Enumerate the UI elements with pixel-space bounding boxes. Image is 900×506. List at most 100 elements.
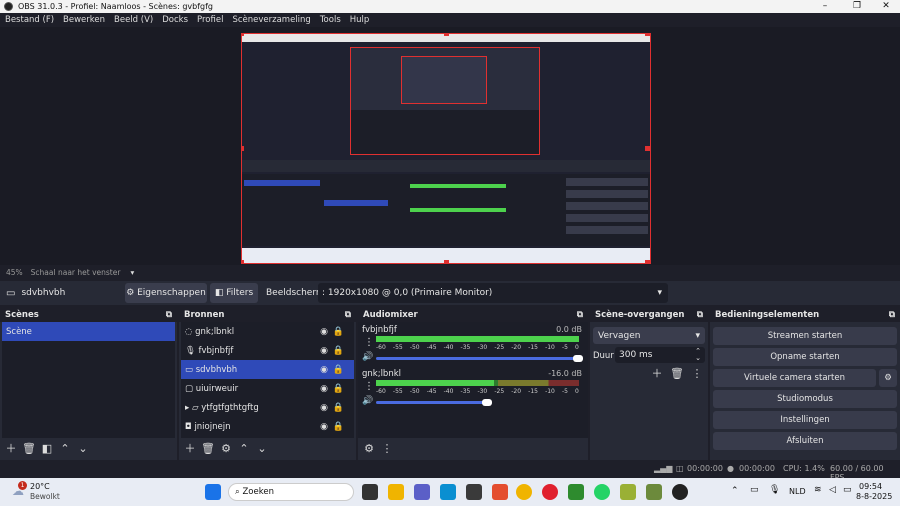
start-virtualcam-button[interactable]: Virtuele camera starten xyxy=(713,369,876,387)
close-button[interactable]: ✕ xyxy=(871,0,900,13)
wifi-icon[interactable]: ≋ xyxy=(814,485,822,495)
resize-handle[interactable] xyxy=(444,260,449,263)
chevron-down-icon[interactable]: ▾ xyxy=(130,268,134,277)
whatsapp-icon[interactable] xyxy=(594,484,610,500)
exit-button[interactable]: Afsluiten xyxy=(713,432,897,450)
speaker-icon[interactable]: 🔊 xyxy=(362,352,373,362)
minecraft-icon[interactable] xyxy=(568,484,584,500)
menu-scene-collection[interactable]: Scèneverzameling xyxy=(232,15,310,25)
chevron-up-icon[interactable]: ⌃ xyxy=(237,442,251,456)
gear-icon[interactable]: ⚙ xyxy=(362,442,376,456)
resize-handle[interactable] xyxy=(444,34,449,36)
lock-icon[interactable]: 🔒 xyxy=(333,403,344,413)
app-lines-icon[interactable] xyxy=(620,484,636,500)
volume-slider-knob[interactable] xyxy=(573,355,583,362)
menu-view[interactable]: Beeld (V) xyxy=(114,15,153,25)
eye-icon[interactable]: ◉ xyxy=(320,384,328,394)
display-select[interactable]: : 1920x1080 @ 0,0 (Primaire Monitor) ▾ xyxy=(318,283,668,303)
network-drive-icon[interactable]: ▭ xyxy=(750,485,759,495)
preview-canvas[interactable] xyxy=(241,33,651,264)
resize-handle[interactable] xyxy=(242,146,244,151)
battery-icon[interactable]: ▭ xyxy=(843,485,852,495)
lock-icon[interactable]: 🔒 xyxy=(333,365,344,375)
scale-mode[interactable]: Schaal naar het venster xyxy=(31,268,121,277)
properties-button[interactable]: ⚙ Eigenschappen xyxy=(125,283,207,303)
list-item[interactable]: ▭ sdvbhvbh ◉ 🔒 xyxy=(181,360,354,379)
resize-handle[interactable] xyxy=(645,146,650,151)
maximize-button[interactable]: ❐ xyxy=(842,0,872,13)
undock-icon[interactable]: ⧉ xyxy=(697,310,703,320)
store-icon[interactable] xyxy=(466,484,482,500)
settings-button[interactable]: Instellingen xyxy=(713,411,897,429)
trash-icon[interactable]: 🗑 xyxy=(22,442,36,456)
menu-edit[interactable]: Bewerken xyxy=(63,15,105,25)
start-streaming-button[interactable]: Streamen starten xyxy=(713,327,897,345)
volume-slider-knob[interactable] xyxy=(481,399,492,406)
task-view-icon[interactable] xyxy=(362,484,378,500)
undock-icon[interactable]: ⧉ xyxy=(889,310,895,320)
eye-icon[interactable]: ◉ xyxy=(320,403,328,413)
obs-taskbar-icon[interactable] xyxy=(672,484,688,500)
undock-icon[interactable]: ⧉ xyxy=(345,310,351,320)
lock-icon[interactable]: 🔒 xyxy=(333,422,344,432)
menu-dots-icon[interactable]: ⋮ xyxy=(690,367,704,381)
volume-slider[interactable] xyxy=(376,401,488,404)
eye-icon[interactable]: ◉ xyxy=(320,422,328,432)
expand-arrow-icon[interactable]: ▸ xyxy=(185,403,192,413)
list-item[interactable]: 🎙 fvbjnbfjf ◉ 🔒 xyxy=(181,341,354,360)
chevron-down-icon[interactable]: ⌄ xyxy=(255,442,269,456)
game-icon[interactable] xyxy=(646,484,662,500)
studio-mode-button[interactable]: Studiomodus xyxy=(713,390,897,408)
trash-icon[interactable]: 🗑 xyxy=(201,442,215,456)
minimize-button[interactable]: – xyxy=(810,0,840,13)
list-item[interactable]: ▸ ▱ ytfgtfgthtgftg ◉ 🔒 xyxy=(181,398,354,417)
speaker-icon[interactable]: 🔊 xyxy=(362,396,373,406)
resize-handle[interactable] xyxy=(242,34,244,36)
list-item[interactable]: ◘ jniojnejn ◉ 🔒 xyxy=(181,417,354,436)
list-item[interactable]: Scène xyxy=(2,322,175,341)
virtualcam-settings-button[interactable]: ⚙ xyxy=(879,369,897,387)
menu-dots-icon[interactable]: ⋮ xyxy=(364,381,374,392)
volume-slider[interactable] xyxy=(376,357,579,360)
undock-icon[interactable]: ⧉ xyxy=(166,310,172,320)
add-icon[interactable]: ＋ xyxy=(650,367,664,381)
menu-docks[interactable]: Docks xyxy=(162,15,188,25)
lock-icon[interactable]: 🔒 xyxy=(333,384,344,394)
language-indicator[interactable]: NLD xyxy=(789,487,806,496)
chrome-icon[interactable] xyxy=(516,484,532,500)
microphone-icon[interactable]: 🎙 xyxy=(769,485,780,495)
menu-tools[interactable]: Tools xyxy=(320,15,341,25)
teams-icon[interactable] xyxy=(414,484,430,500)
filters-button[interactable]: ◧ Filters xyxy=(210,283,258,303)
list-item[interactable]: ▢ uiuirweuir ◉ 🔒 xyxy=(181,379,354,398)
menu-dots-icon[interactable]: ⋮ xyxy=(364,337,374,348)
resize-handle[interactable] xyxy=(645,34,650,36)
chevron-up-icon[interactable]: ⌃ xyxy=(58,442,72,456)
clock-date[interactable]: 8-8-2025 xyxy=(856,492,892,501)
filter-icon[interactable]: ◧ xyxy=(40,442,54,456)
eye-icon[interactable]: ◉ xyxy=(320,346,328,356)
taskbar-search[interactable]: ⌕ Zoeken xyxy=(228,483,354,501)
undock-icon[interactable]: ⧉ xyxy=(577,310,583,320)
start-recording-button[interactable]: Opname starten xyxy=(713,348,897,366)
menu-help[interactable]: Hulp xyxy=(350,15,370,25)
app-m-icon[interactable] xyxy=(492,484,508,500)
add-icon[interactable]: ＋ xyxy=(4,442,18,456)
volume-icon[interactable]: ◁ xyxy=(829,485,836,495)
menu-dots-icon[interactable]: ⋮ xyxy=(380,442,394,456)
spin-arrows-icon[interactable]: ⌃ ⌄ xyxy=(695,348,701,362)
lock-icon[interactable]: 🔒 xyxy=(333,327,344,337)
start-icon[interactable] xyxy=(205,484,221,500)
transition-select[interactable]: Vervagen ▾ xyxy=(593,327,705,344)
eye-icon[interactable]: ◉ xyxy=(320,365,328,375)
file-explorer-icon[interactable] xyxy=(388,484,404,500)
clock-time[interactable]: 09:54 xyxy=(859,482,882,491)
chevron-down-icon[interactable]: ⌄ xyxy=(76,442,90,456)
resize-handle[interactable] xyxy=(645,260,650,263)
gear-icon[interactable]: ⚙ xyxy=(219,442,233,456)
list-item[interactable]: ◌ gnk;lbnkl ◉ 🔒 xyxy=(181,322,354,341)
duration-spinbox[interactable]: 300 ms ⌃ ⌄ xyxy=(615,347,705,363)
edge-icon[interactable] xyxy=(440,484,456,500)
lock-icon[interactable]: 🔒 xyxy=(333,346,344,356)
chevron-up-icon[interactable]: ⌃ xyxy=(731,486,739,496)
